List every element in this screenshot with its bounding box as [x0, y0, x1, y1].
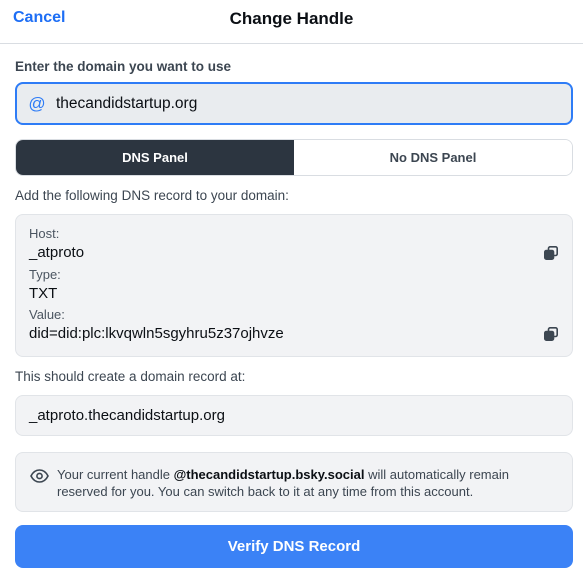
eye-icon [30, 469, 49, 483]
value-label: Value: [29, 307, 65, 322]
info-text: Your current handle @thecandidstartup.bs… [57, 467, 509, 499]
instructions-text: Add the following DNS record to your dom… [15, 188, 289, 203]
tab-no-dns-panel[interactable]: No DNS Panel [294, 140, 572, 175]
at-icon: @ [28, 93, 46, 113]
type-label: Type: [29, 267, 61, 282]
domain-label: Enter the domain you want to use [15, 59, 232, 74]
host-value: _atproto [29, 244, 85, 261]
dns-mode-toggle: DNS Panel No DNS Panel [15, 139, 573, 176]
modal-header: Cancel Change Handle [0, 0, 583, 44]
result-label: This should create a domain record at: [15, 369, 246, 384]
host-label: Host: [29, 226, 60, 241]
type-value: TXT [29, 285, 58, 302]
copy-icon[interactable] [544, 327, 558, 341]
tab-dns-panel[interactable]: DNS Panel [16, 140, 294, 175]
info-notice: Your current handle @thecandidstartup.bs… [15, 452, 573, 512]
page-title: Change Handle [229, 9, 354, 28]
value-value: did=did:plc:lkvqwln5sgyhru5z37ojhvze [29, 325, 284, 342]
domain-record-value: _atproto.thecandidstartup.org [15, 395, 573, 436]
dns-record-panel: Host: _atproto Type: TXT Value: did=did:… [15, 214, 573, 357]
current-handle: @thecandidstartup.bsky.social [173, 467, 365, 482]
verify-dns-button[interactable]: Verify DNS Record [15, 525, 573, 568]
copy-icon[interactable] [544, 246, 558, 260]
domain-input[interactable] [56, 94, 536, 113]
domain-field[interactable]: @ [15, 82, 573, 125]
